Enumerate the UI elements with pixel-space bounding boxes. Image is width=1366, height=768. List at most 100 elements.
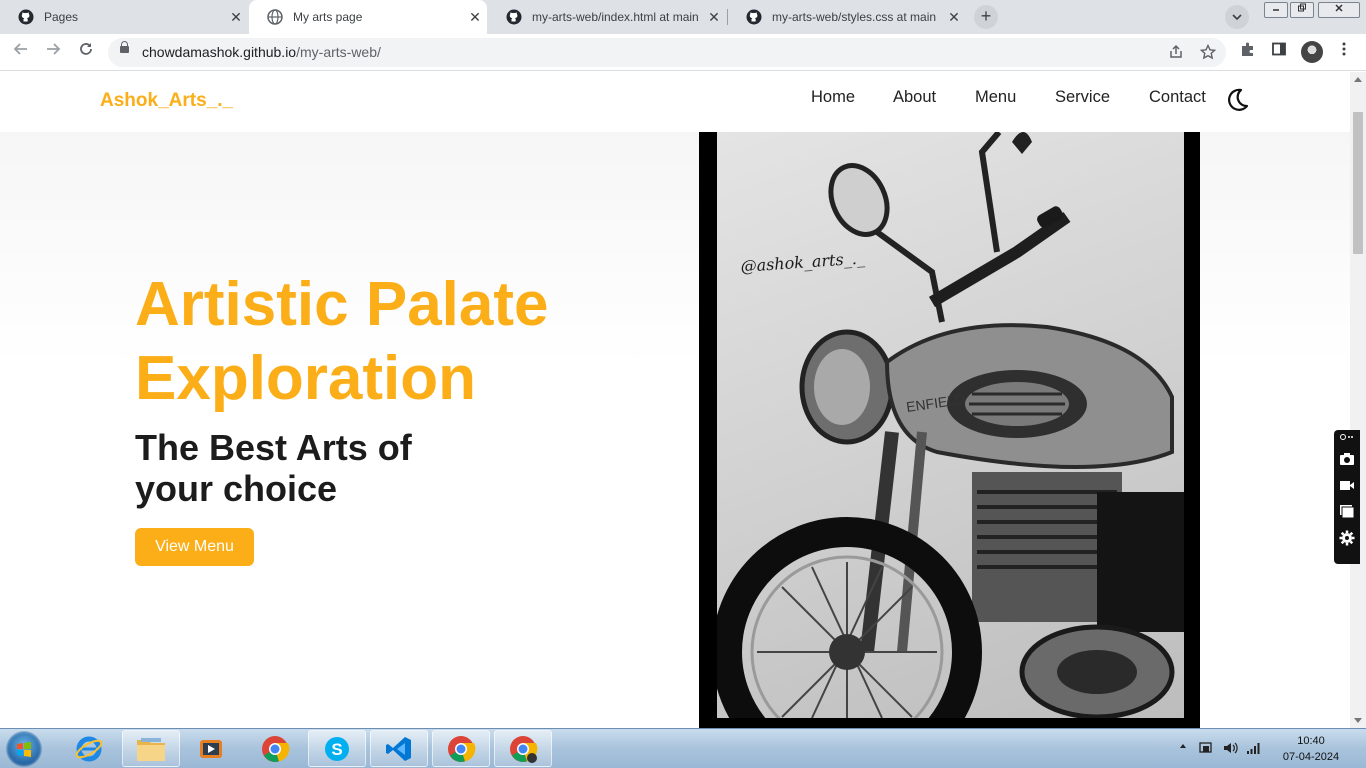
volume-tray[interactable] xyxy=(1222,740,1238,759)
close-icon[interactable]: ✕ xyxy=(463,9,487,26)
close-icon[interactable]: ✕ xyxy=(702,9,726,26)
windows-taskbar: S 10:40 07-04-2024 xyxy=(0,728,1366,768)
chrome-icon xyxy=(448,735,476,762)
taskbar-vs-code[interactable] xyxy=(370,730,428,767)
close-window-button[interactable] xyxy=(1318,2,1360,18)
media-player-icon xyxy=(200,739,222,758)
site-navbar: Ashok_Arts_._ Home About Menu Service Co… xyxy=(0,72,1350,132)
reload-button[interactable] xyxy=(75,41,97,63)
restore-button[interactable] xyxy=(1290,2,1314,18)
address-bar[interactable]: chowdamashok.github.io/my-arts-web/ xyxy=(108,38,1226,67)
clock-time: 10:40 xyxy=(1297,735,1325,747)
minimize-button[interactable] xyxy=(1264,2,1288,18)
minimize-icon xyxy=(1273,9,1279,11)
tab-title: My arts page xyxy=(293,10,363,24)
chevron-up-icon xyxy=(1180,744,1186,748)
close-icon xyxy=(1335,4,1343,12)
tab-title: my-arts-web/styles.css at main xyxy=(772,10,937,24)
nav-service[interactable]: Service xyxy=(1055,88,1110,107)
browser-toolbar: chowdamashok.github.io/my-arts-web/ xyxy=(0,34,1366,71)
bookmark-star-icon[interactable] xyxy=(1199,43,1217,63)
browser-menu-button[interactable] xyxy=(1333,41,1355,63)
tab-pages[interactable]: Pages ✕ xyxy=(0,0,248,34)
window-capture-icon[interactable] xyxy=(1339,503,1355,519)
svg-text:S: S xyxy=(331,740,342,759)
start-button[interactable] xyxy=(6,731,42,767)
side-panel-icon xyxy=(1272,42,1286,56)
internet-explorer-icon xyxy=(75,736,103,761)
motorcycle-sketch-image: ENFIELD @ashok_arts_._ xyxy=(717,132,1184,718)
puzzle-icon xyxy=(1242,42,1253,56)
share-icon[interactable] xyxy=(1168,44,1184,63)
tab-search-button[interactable] xyxy=(1225,5,1249,29)
site-brand[interactable]: Ashok_Arts_._ xyxy=(100,90,233,112)
taskbar-media-player[interactable] xyxy=(182,730,240,767)
taskbar-chrome-3[interactable] xyxy=(494,730,552,767)
show-hidden-icons[interactable] xyxy=(1178,741,1188,754)
action-center-icon[interactable] xyxy=(1198,740,1214,756)
extensions-button[interactable] xyxy=(1237,41,1259,63)
screen-capture-widget xyxy=(1334,430,1360,564)
new-tab-button[interactable]: + xyxy=(974,5,998,29)
video-camera-icon[interactable] xyxy=(1339,477,1355,493)
restore-icon xyxy=(1298,3,1306,12)
close-icon[interactable]: ✕ xyxy=(942,9,966,26)
tab-strip: Pages ✕ My arts page ✕ my-arts-web/index… xyxy=(0,0,1366,34)
skype-icon: S xyxy=(325,736,349,761)
more-options-icon[interactable] xyxy=(1339,432,1355,442)
system-clock[interactable]: 10:40 07-04-2024 xyxy=(1276,733,1346,765)
tab-my-arts-page[interactable]: My arts page ✕ xyxy=(249,0,487,34)
moon-icon[interactable] xyxy=(1225,87,1249,113)
more-vert-icon xyxy=(1342,42,1346,56)
windows-logo-icon xyxy=(17,742,31,757)
url-path: /my-arts-web/ xyxy=(296,44,381,60)
taskbar-internet-explorer[interactable] xyxy=(60,730,118,767)
reload-icon xyxy=(80,43,92,55)
chrome-profile-icon xyxy=(510,735,538,763)
page-scrollbar[interactable] xyxy=(1350,72,1366,728)
hero-title-line2: Exploration xyxy=(135,344,477,413)
web-page: Ashok_Arts_._ Home About Menu Service Co… xyxy=(0,72,1350,728)
hero-title-line1: Artistic Palate xyxy=(135,270,549,339)
camera-icon[interactable] xyxy=(1339,451,1355,467)
taskbar-file-explorer[interactable] xyxy=(122,730,180,767)
url-text: chowdamashok.github.io/my-arts-web/ xyxy=(142,44,381,60)
tab-title: Pages xyxy=(44,10,79,24)
taskbar-skype[interactable]: S xyxy=(308,730,366,767)
volume-icon xyxy=(1224,742,1238,754)
network-signal-icon xyxy=(1247,743,1260,754)
scroll-down-arrow-icon[interactable] xyxy=(1354,718,1362,723)
url-host: chowdamashok.github.io xyxy=(142,44,297,60)
scroll-up-arrow-icon[interactable] xyxy=(1354,77,1362,82)
nav-about[interactable]: About xyxy=(893,88,936,107)
scroll-thumb[interactable] xyxy=(1353,112,1363,254)
hero-title: Artistic Palate Exploration xyxy=(135,268,549,416)
folder-icon xyxy=(137,737,165,761)
github-icon xyxy=(746,9,762,25)
chevron-down-icon xyxy=(1232,14,1242,21)
forward-arrow-icon xyxy=(47,43,61,55)
github-icon xyxy=(506,9,522,25)
nav-home[interactable]: Home xyxy=(811,88,855,107)
view-menu-button[interactable]: View Menu xyxy=(135,528,254,566)
profile-avatar[interactable] xyxy=(1301,41,1323,63)
forward-button[interactable] xyxy=(42,41,64,63)
vs-code-icon xyxy=(386,736,411,761)
chrome-icon xyxy=(262,735,290,762)
tab-styles-css[interactable]: my-arts-web/styles.css at main ✕ xyxy=(728,0,966,34)
hero-artwork: ENFIELD @ashok_arts_._ xyxy=(699,132,1200,728)
back-button[interactable] xyxy=(10,41,32,63)
lock-icon xyxy=(120,41,129,53)
tab-title: my-arts-web/index.html at main xyxy=(532,10,699,24)
close-icon[interactable]: ✕ xyxy=(224,9,248,26)
side-panel-button[interactable] xyxy=(1268,41,1290,63)
gear-icon[interactable] xyxy=(1339,530,1355,546)
taskbar-chrome-2[interactable] xyxy=(432,730,490,767)
nav-contact[interactable]: Contact xyxy=(1149,88,1206,107)
tab-index-html[interactable]: my-arts-web/index.html at main ✕ xyxy=(488,0,726,34)
github-icon xyxy=(18,9,34,25)
nav-menu[interactable]: Menu xyxy=(975,88,1016,107)
taskbar-chrome[interactable] xyxy=(246,730,304,767)
network-tray[interactable] xyxy=(1246,740,1262,759)
clock-date: 07-04-2024 xyxy=(1282,751,1340,763)
